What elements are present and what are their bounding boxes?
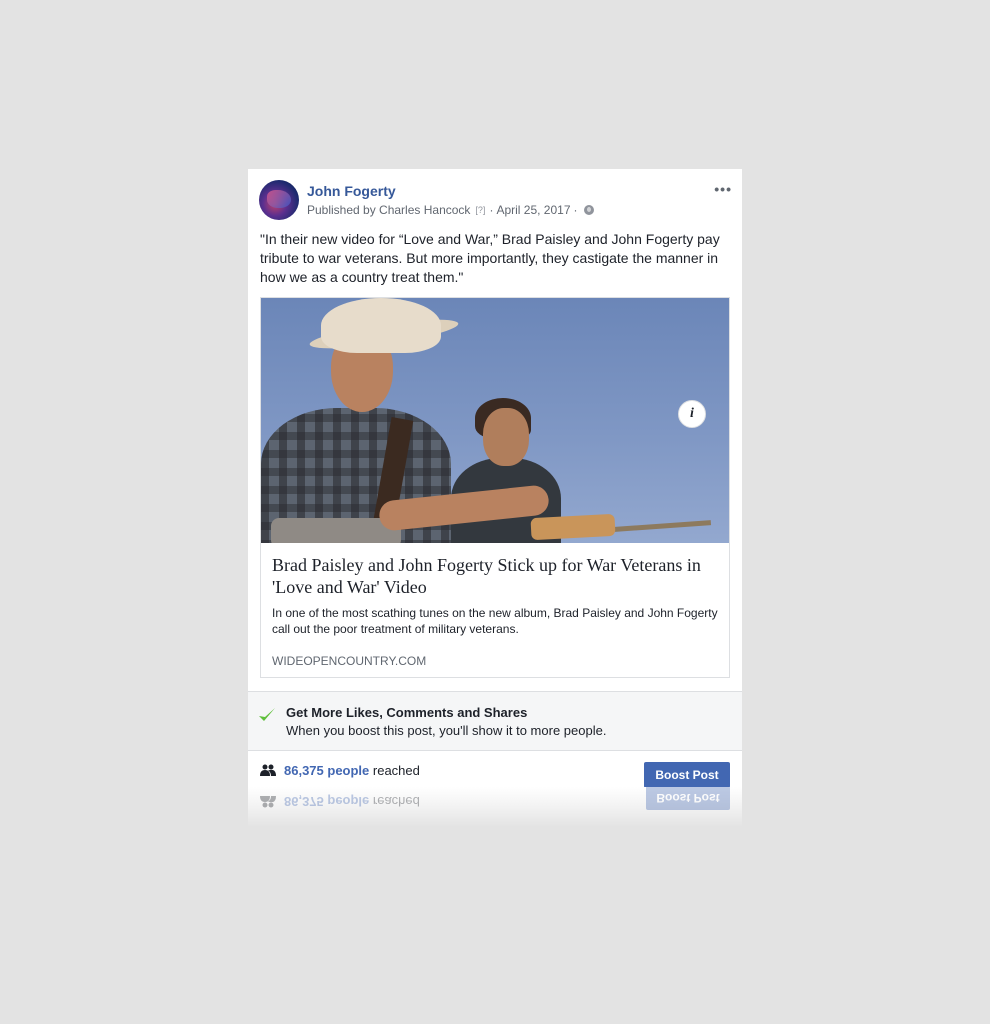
promo-title: Get More Likes, Comments and Shares [286, 705, 528, 720]
more-options-icon[interactable]: ••• [714, 181, 732, 197]
post-meta: Published by Charles Hancock [?] · April… [307, 203, 594, 217]
post-date[interactable]: April 25, 2017 [496, 203, 570, 217]
boost-button-reflection: Boost Post [646, 787, 730, 810]
facebook-post: John Fogerty Published by Charles Hancoc… [248, 169, 742, 796]
reach-stat: 86,375 people reached [284, 763, 420, 778]
reach-count-link[interactable]: 86,375 people [284, 763, 369, 778]
link-preview-card[interactable]: i Brad Paisley and John Fogerty Stick up… [260, 297, 730, 678]
separator: · [573, 203, 578, 217]
page-avatar[interactable] [259, 180, 299, 220]
link-description: In one of the most scathing tunes on the… [272, 606, 718, 636]
link-title[interactable]: Brad Paisley and John Fogerty Stick up f… [272, 554, 718, 598]
boost-post-button[interactable]: Boost Post [644, 762, 730, 788]
separator: · [489, 203, 494, 217]
link-preview-image[interactable] [261, 298, 729, 543]
people-icon [260, 796, 276, 808]
promo-subtitle: When you boost this post, you'll show it… [286, 723, 607, 738]
reach-suffix: reached [369, 763, 420, 778]
reflection-mirror: 86,375 people reached Boost Post [248, 787, 742, 821]
post-header: John Fogerty Published by Charles Hancoc… [248, 169, 742, 225]
guitar [530, 513, 616, 541]
page-name-link[interactable]: John Fogerty [307, 183, 396, 199]
people-icon [260, 764, 276, 776]
info-icon[interactable]: i [678, 400, 706, 428]
reach-count-reflection: 86,375 people [284, 794, 370, 809]
published-by[interactable]: Published by Charles Hancock [307, 203, 470, 217]
cowboy-hat [321, 298, 441, 353]
globe-icon[interactable] [583, 205, 594, 215]
face [483, 408, 529, 466]
reach-stat-reflection: 86,375 people reached [284, 794, 420, 809]
guitar-neck [600, 520, 712, 533]
post-caption: "In their new video for “Love and War,” … [260, 231, 720, 285]
link-preview-body[interactable]: Brad Paisley and John Fogerty Stick up f… [261, 543, 729, 677]
link-domain: WIDEOPENCOUNTRY.COM [272, 654, 427, 668]
help-mark[interactable]: [?] [475, 205, 485, 215]
boost-promo: Get More Likes, Comments and Shares When… [248, 691, 742, 751]
footer-reflection: 86,375 people reached Boost Post [248, 787, 742, 827]
checkmark-icon [259, 708, 275, 721]
reach-suffix-reflection: reached [369, 794, 420, 809]
